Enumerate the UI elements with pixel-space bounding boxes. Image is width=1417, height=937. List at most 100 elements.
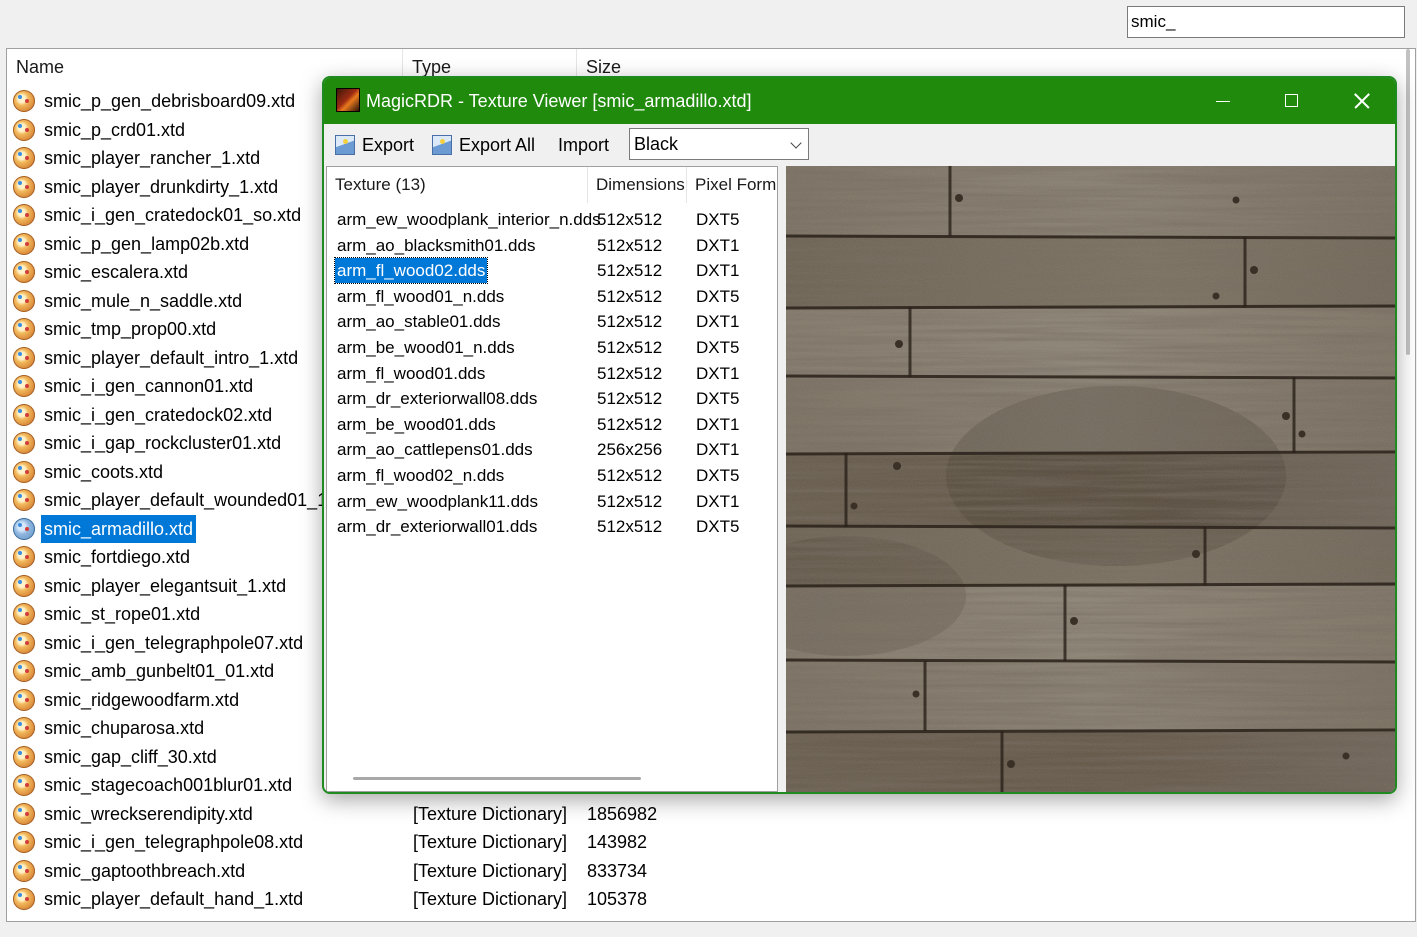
file-name: smic_i_gen_cratedock02.xtd — [44, 404, 273, 425]
texture-file-icon — [13, 888, 35, 910]
texture-pixel-format: DXT5 — [696, 517, 740, 537]
texture-pixel-format: DXT5 — [696, 338, 740, 357]
texture-row[interactable]: arm_ew_woodplank_interior_n.dds 512x512 DX… — [327, 207, 777, 232]
texture-dimensions: 512x512 — [597, 286, 663, 306]
file-name: smic_i_gen_cratedock01_so.xtd — [44, 205, 302, 225]
texture-row[interactable]: arm_fl_wood01.dds 512x512 DXT1 — [327, 361, 777, 386]
window-title: MagicRDR - Texture Viewer [smic_armadill… — [366, 91, 752, 111]
column-header-pixel-format[interactable]: Pixel Format — [687, 167, 777, 203]
minimize-icon[interactable] — [1187, 78, 1257, 124]
file-name: smic_ridgewoodfarm.xtd — [44, 689, 240, 710]
texture-file-icon — [13, 147, 35, 169]
file-name: smic_tmp_prop00.xtd — [44, 319, 217, 339]
texture-row[interactable]: arm_be_wood01_n.dds 512x512 DXT5 — [327, 335, 777, 360]
import-label: Import — [558, 135, 610, 155]
texture-file-icon — [13, 261, 35, 283]
export-all-button[interactable]: Export All — [432, 124, 540, 166]
file-name: smic_p_gen_debrisboard09.xtd — [44, 91, 296, 111]
texture-row[interactable]: arm_ew_woodplank11.dds 512x512 DXT1 — [327, 489, 777, 514]
texture-row[interactable]: arm_ao_cattlepens01.dds 256x256 DXT1 — [327, 437, 777, 462]
file-size: 105378 — [587, 889, 648, 909]
texture-file-icon — [13, 859, 35, 882]
texture-file-icon — [13, 717, 35, 739]
texture-row[interactable]: arm_ao_blacksmith01.dds 512x512 DXT1 — [327, 233, 777, 258]
file-name: smic_i_gap_rockcluster01.xtd — [44, 433, 282, 453]
texture-file-icon — [13, 318, 35, 340]
texture-pixel-format: DXT1 — [696, 491, 740, 511]
picture-icon — [432, 135, 452, 155]
file-name: smic_player_drunkdirty_1.xtd — [44, 176, 279, 197]
picture-icon — [335, 135, 355, 155]
file-name: smic_gaptoothbreach.xtd — [44, 860, 246, 881]
file-name: smic_p_gen_lamp02b.xtd — [44, 233, 250, 254]
texture-file-icon — [13, 232, 35, 255]
scrollbar-thumb[interactable] — [1406, 49, 1410, 355]
background-color-select[interactable]: Black — [629, 128, 809, 160]
texture-name: arm_fl_wood02_n.dds — [337, 466, 505, 485]
file-type: [Texture Dictionary] — [413, 860, 568, 881]
title-bar[interactable]: MagicRDR - Texture Viewer [smic_armadill… — [324, 78, 1395, 124]
texture-pixel-format: DXT5 — [696, 210, 740, 229]
texture-row[interactable]: arm_fl_wood01_n.dds 512x512 DXT5 — [327, 284, 777, 309]
texture-viewer-window: MagicRDR - Texture Viewer [smic_armadill… — [322, 76, 1397, 794]
texture-file-icon — [13, 346, 35, 369]
texture-row[interactable]: arm_be_wood01.dds 512x512 DXT1 — [327, 412, 777, 437]
texture-name: arm_be_wood01_n.dds — [337, 338, 515, 357]
file-name: smic_gap_cliff_30.xtd — [44, 746, 217, 767]
file-row[interactable]: smic_wreckserendipity.xtd [Texture Dictio… — [11, 800, 911, 828]
texture-dimensions: 256x256 — [597, 440, 663, 460]
texture-file-icon — [13, 375, 35, 397]
file-type: [Texture Dictionary] — [413, 832, 568, 852]
export-button[interactable]: Export — [335, 124, 417, 166]
texture-name: arm_be_wood01.dds — [337, 414, 496, 434]
export-all-label: Export All — [459, 135, 536, 155]
file-name: smic_stagecoach001blur01.xtd — [44, 775, 293, 795]
close-icon[interactable] — [1326, 78, 1395, 124]
texture-name: arm_dr_exteriorwall08.dds — [337, 389, 538, 409]
vertical-scrollbar[interactable] — [1403, 49, 1413, 919]
file-row[interactable]: smic_player_default_hand_1.xtd [Texture D… — [11, 885, 911, 913]
search-input[interactable]: smic_ — [1127, 6, 1405, 38]
horizontal-scrollbar[interactable] — [353, 777, 641, 780]
file-row[interactable]: smic_gaptoothbreach.xtd [Texture Dictiona… — [11, 857, 911, 885]
texture-row[interactable]: arm_fl_wood02.dds 512x512 DXT1 — [327, 257, 777, 285]
file-type: [Texture Dictionary] — [413, 889, 568, 909]
texture-row[interactable]: arm_ao_stable01.dds 512x512 DXT1 — [327, 309, 777, 334]
maximize-icon[interactable] — [1256, 78, 1326, 124]
texture-file-icon — [13, 631, 35, 654]
texture-dimensions: 512x512 — [597, 466, 663, 485]
texture-name: arm_dr_exteriorwall01.dds — [337, 517, 538, 537]
texture-row[interactable]: arm_fl_wood02_n.dds 512x512 DXT5 — [327, 463, 777, 488]
texture-dimensions: 512x512 — [597, 235, 663, 255]
texture-row[interactable]: arm_dr_exteriorwall01.dds 512x512 DXT5 — [327, 514, 777, 539]
texture-pixel-format: DXT1 — [696, 235, 740, 255]
file-type: [Texture Dictionary] — [413, 803, 568, 824]
texture-name: arm_fl_wood01.dds — [337, 363, 486, 383]
texture-file-icon — [13, 802, 35, 825]
import-button[interactable]: Import — [558, 124, 616, 166]
file-row[interactable]: smic_i_gen_telegraphpole08.xtd [Texture D… — [11, 828, 911, 856]
texture-pixel-format: DXT5 — [696, 286, 740, 306]
texture-file-icon — [13, 460, 35, 483]
texture-dimensions: 512x512 — [597, 261, 663, 281]
file-name: smic_coots.xtd — [44, 461, 164, 482]
texture-pixel-format: DXT1 — [696, 363, 740, 383]
file-size: 143982 — [587, 832, 648, 852]
texture-list[interactable]: Texture (13) Dimensions Pixel Format arm… — [326, 166, 778, 792]
texture-pixel-format: DXT5 — [696, 466, 740, 485]
texture-row[interactable]: arm_dr_exteriorwall08.dds 512x512 DXT5 — [327, 386, 777, 411]
texture-pixel-format: DXT5 — [696, 389, 740, 409]
file-name: smic_player_default_intro_1.xtd — [44, 347, 299, 368]
texture-file-icon — [13, 175, 35, 198]
chevron-down-icon — [790, 137, 802, 149]
texture-preview — [786, 166, 1395, 792]
background-color-value: Black — [634, 134, 679, 154]
file-name: smic_st_rope01.xtd — [44, 604, 201, 624]
texture-file-icon — [13, 546, 35, 568]
file-name: smic_mule_n_saddle.xtd — [44, 290, 243, 311]
column-header-dimensions[interactable]: Dimensions — [588, 167, 687, 203]
column-header-texture[interactable]: Texture (13) — [327, 167, 588, 203]
file-name: smic_chuparosa.xtd — [44, 718, 205, 738]
texture-file-icon — [13, 745, 35, 768]
texture-file-icon — [13, 603, 35, 625]
